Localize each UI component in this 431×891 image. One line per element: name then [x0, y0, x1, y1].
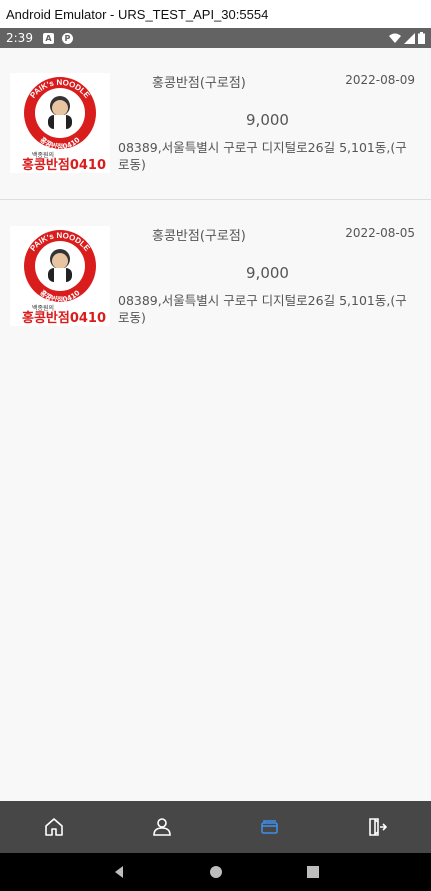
- card-icon: [261, 820, 279, 834]
- bottom-navigation: [0, 801, 431, 853]
- home-circle-icon[interactable]: [209, 865, 223, 879]
- paiks-noodle-logo-icon: PAIK's NOODLE 홍콩반점0410 백종원의 홍콩반점0410: [22, 77, 106, 173]
- window-title: Android Emulator - URS_TEST_API_30:5554: [6, 6, 269, 22]
- order-item[interactable]: PAIK's NOODLE 홍콩반점0410 백종원의 홍콩반점0410 홍콩반…: [0, 200, 431, 352]
- order-price: 9,000: [246, 264, 289, 282]
- tab-logout[interactable]: [323, 801, 431, 853]
- tab-profile[interactable]: [108, 801, 216, 853]
- battery-icon: [418, 32, 425, 44]
- shop-name: 홍콩반점(구로점): [152, 76, 246, 91]
- tab-home[interactable]: [0, 801, 108, 853]
- logo-brand-text: 홍콩반점0410: [22, 310, 106, 326]
- logo-brand-text: 홍콩반점0410: [22, 157, 106, 173]
- notification-p-icon: P: [61, 32, 73, 44]
- order-item[interactable]: PAIK's NOODLE 홍콩반점0410 백종원의 홍콩반점0410 홍콩반…: [0, 48, 431, 200]
- recents-icon[interactable]: [307, 866, 320, 878]
- system-navigation-bar: [0, 853, 431, 891]
- store-address: 08389,서울특별시 구로구 디지털로26길 5,101동,(구로동): [118, 293, 407, 325]
- home-icon: [45, 818, 63, 836]
- order-date: 2022-08-05: [345, 226, 415, 240]
- status-time: 2:39: [6, 31, 33, 45]
- exit-icon: [369, 818, 388, 836]
- tab-orders[interactable]: [216, 801, 324, 853]
- notification-a-icon: A: [42, 32, 54, 44]
- status-bar: 2:39 A P: [0, 28, 431, 48]
- back-icon[interactable]: [112, 865, 126, 879]
- store-address: 08389,서울특별시 구로구 디지털로26길 5,101동,(구로동): [118, 140, 407, 172]
- shop-name: 홍콩반점(구로점): [152, 229, 246, 244]
- order-price: 9,000: [246, 111, 289, 129]
- order-list[interactable]: PAIK's NOODLE 홍콩반점0410 백종원의 홍콩반점0410 홍콩반…: [0, 48, 431, 801]
- store-logo: PAIK's NOODLE 홍콩반점0410 백종원의 홍콩반점0410: [10, 73, 110, 173]
- paiks-noodle-logo-icon: PAIK's NOODLE 홍콩반점0410 백종원의 홍콩반점0410: [22, 230, 106, 326]
- store-logo: PAIK's NOODLE 홍콩반점0410 백종원의 홍콩반점0410: [10, 226, 110, 326]
- wifi-icon: [389, 33, 401, 43]
- signal-icon: [404, 32, 415, 44]
- order-date: 2022-08-09: [345, 73, 415, 87]
- person-icon: [152, 818, 171, 836]
- window-titlebar: Android Emulator - URS_TEST_API_30:5554: [0, 0, 431, 28]
